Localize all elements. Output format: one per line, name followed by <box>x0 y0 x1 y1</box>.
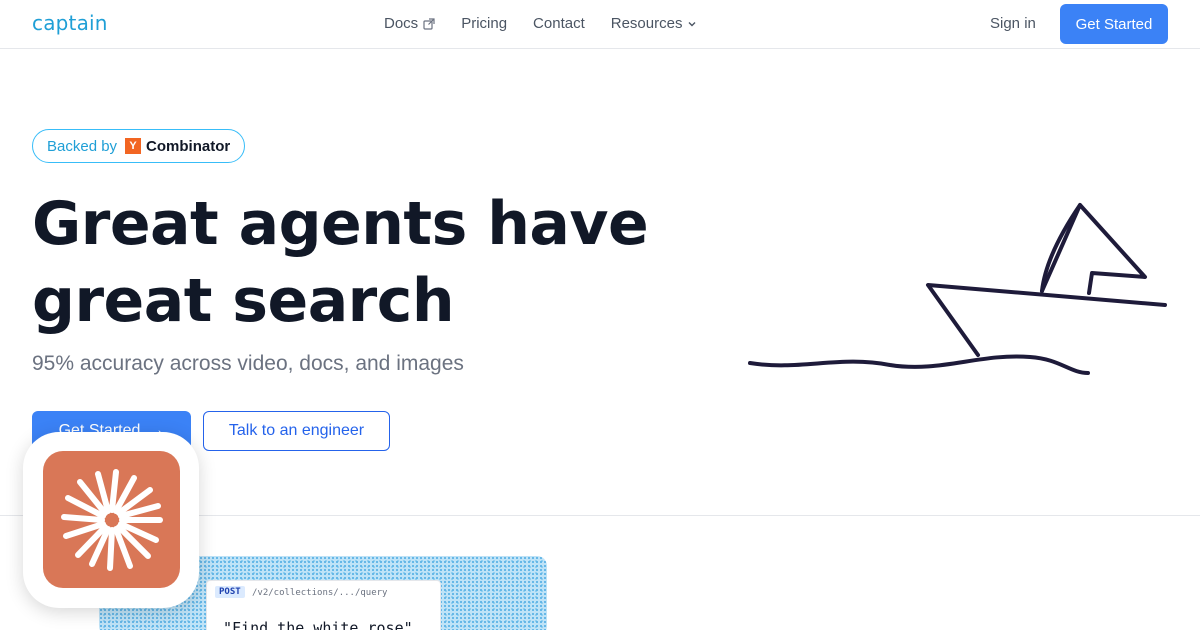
nav-link-label: Docs <box>384 15 419 32</box>
external-link-icon <box>423 17 435 30</box>
http-method-tag: POST <box>215 586 245 598</box>
badge-prefix: Backed by <box>47 137 118 155</box>
app-icon <box>43 451 180 588</box>
chevron-down-icon <box>687 19 697 29</box>
app-icon-tile[interactable] <box>23 432 199 608</box>
hero-title: Great agents have great search <box>32 186 649 340</box>
badge-name: Combinator <box>146 137 231 155</box>
nav-link-label: Pricing <box>461 15 508 32</box>
backed-by-badge[interactable]: Backed by Y Combinator <box>32 129 246 163</box>
api-request-panel: POST /v2/collections/.../query "Find the… <box>206 580 441 630</box>
nav-links: Docs Pricing Contact Resources <box>384 15 723 32</box>
starburst-icon <box>60 468 163 571</box>
nav-link-pricing[interactable]: Pricing <box>461 15 507 32</box>
nav-link-docs[interactable]: Docs <box>384 15 435 32</box>
hero-title-line-2: great search <box>32 266 455 336</box>
nav-link-resources[interactable]: Resources <box>611 15 698 32</box>
hero-title-line-1: Great agents have <box>32 189 649 259</box>
sailboat-illustration <box>748 203 1167 375</box>
nav-link-label: Resources <box>610 15 683 32</box>
nav-link-label: Contact <box>533 15 585 32</box>
logo[interactable]: captain <box>32 11 108 35</box>
query-text: "Find the white rose" <box>223 619 413 630</box>
get-started-nav-button[interactable]: Get Started <box>1060 4 1168 44</box>
talk-to-engineer-button[interactable]: Talk to an engineer <box>203 411 390 451</box>
api-endpoint: /v2/collections/.../query <box>252 588 388 598</box>
sign-in-link[interactable]: Sign in <box>990 15 1036 32</box>
top-nav: captain Docs Pricing Contact Resources S… <box>0 0 1200 49</box>
nav-link-contact[interactable]: Contact <box>533 15 585 32</box>
yc-logo-icon: Y <box>125 138 142 154</box>
hero-subtitle: 95% accuracy across video, docs, and ima… <box>32 352 464 375</box>
